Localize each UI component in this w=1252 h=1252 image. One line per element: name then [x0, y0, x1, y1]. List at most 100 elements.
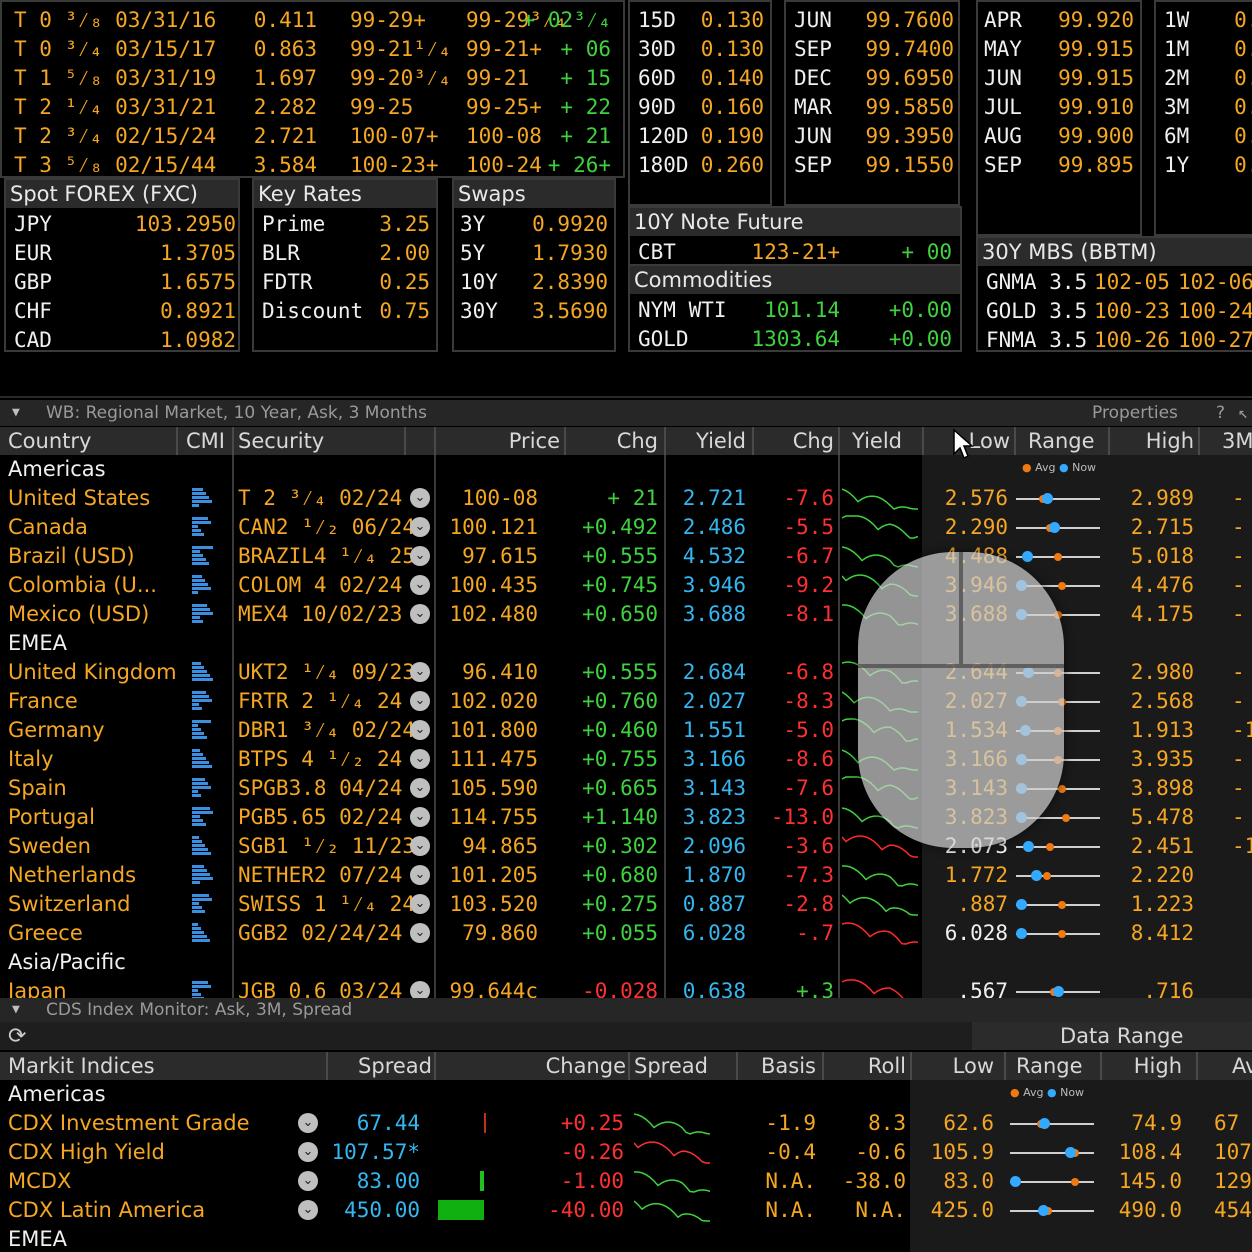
security-dropdown-button[interactable]: ⌄ [410, 749, 430, 769]
security-dropdown-button[interactable]: ⌄ [410, 517, 430, 537]
treasury-row[interactable]: T 1 ⁵⁄₈ 03/31/19 1.697 99-20³⁄₄ 99-21 + 15 [2, 64, 623, 93]
country-row[interactable]: United States T 2 ³⁄₄ 02/24 ⌄ 100-08 + 21 2.7… [0, 484, 1252, 513]
security-dropdown-button[interactable]: ⌄ [410, 836, 430, 856]
cds-col-low[interactable]: Low [953, 1052, 994, 1080]
security-dropdown-button[interactable]: ⌄ [410, 778, 430, 798]
treasury-row[interactable]: T 0 ³⁄₈ 03/31/16 0.411 99-29+ 99-29³⁄₄ + 02³… [2, 6, 623, 35]
country-row[interactable]: Canada CAN2 ¹⁄₂ 06/24 ⌄ 100.121 +0.492 2.486 -… [0, 513, 1252, 542]
security-dropdown-button[interactable]: ⌄ [410, 604, 430, 624]
libor-row[interactable]: 1Y 0.5 [1156, 151, 1252, 180]
treasury-row[interactable]: T 0 ³⁄₄ 03/15/17 0.863 99-21¹⁄₄ 99-21+ + 06 [2, 35, 623, 64]
refresh-icon[interactable]: ⟳ [8, 1024, 26, 1049]
swap-row[interactable]: 30Y 3.5690 [454, 297, 614, 326]
forex-row[interactable]: GBP 1.6575 [6, 268, 238, 297]
country-row[interactable]: United Kingdom UKT2 ¹⁄₄ 09/23 ⌄ 96.410 +0.55… [0, 658, 1252, 687]
eurodollar-row[interactable]: JUN 99.3950 [786, 122, 958, 151]
cds-dropdown-button[interactable]: ⌄ [298, 1142, 318, 1162]
cds-row[interactable]: CDX Latin America ⌄ 450.00 -40.00 N.A. N.A. 42… [0, 1196, 1252, 1225]
country-row[interactable]: Germany DBR1 ³⁄₄ 02/24 ⌄ 101.800 +0.460 1.551… [0, 716, 1252, 745]
forex-row[interactable]: EUR 1.3705 [6, 239, 238, 268]
cds-dropdown-button[interactable]: ⌄ [298, 1200, 318, 1220]
eurodollar-row[interactable]: DEC 99.6950 [786, 64, 958, 93]
help-button[interactable]: ? [1216, 400, 1225, 426]
cds-dropdown-button[interactable]: ⌄ [298, 1171, 318, 1191]
col-low[interactable]: Low [969, 427, 1010, 455]
swap-row[interactable]: 5Y 1.7930 [454, 239, 614, 268]
col-yield-chart[interactable]: Yield [852, 427, 902, 455]
col-country[interactable]: Country [8, 427, 91, 455]
money-rate-row[interactable]: 60D 0.140 [630, 64, 770, 93]
money-rate-row[interactable]: 180D 0.260 [630, 151, 770, 180]
libor-row[interactable]: 1W 0.1 [1156, 6, 1252, 35]
col-security[interactable]: Security [238, 427, 324, 455]
fedfunds-row[interactable]: MAY 99.915 [978, 35, 1140, 64]
country-row[interactable]: Mexico (USD) MEX4 10/02/23 ⌄ 102.480 +0.650 3… [0, 600, 1252, 629]
cds-col-basis[interactable]: Basis [761, 1052, 816, 1080]
eurodollar-row[interactable]: MAR 99.5850 [786, 93, 958, 122]
forex-row[interactable]: CAD 1.0982 [6, 326, 238, 355]
country-row[interactable]: Netherlands NETHER2 07/24 ⌄ 101.205 +0.680 1.… [0, 861, 1252, 890]
treasury-row[interactable]: T 2 ³⁄₄ 02/15/24 2.721 100-07+ 100-08 + 21 [2, 122, 623, 151]
money-rate-row[interactable]: 120D 0.190 [630, 122, 770, 151]
collapse-arrow-icon[interactable]: ▼ [12, 400, 20, 426]
country-row[interactable]: Portugal PGB5.65 02/24 ⌄ 114.755 +1.140 3.823… [0, 803, 1252, 832]
close-icon[interactable]: ↖ [1238, 400, 1248, 426]
libor-row[interactable]: 2M 0.1 [1156, 64, 1252, 93]
fedfunds-row[interactable]: JUN 99.915 [978, 64, 1140, 93]
security-dropdown-button[interactable]: ⌄ [410, 691, 430, 711]
cds-row[interactable]: MCDX ⌄ 83.00 -1.00 N.A. -38.0 83.0 145.0 129 [0, 1167, 1252, 1196]
country-row[interactable]: Sweden SGB1 ¹⁄₂ 11/23 ⌄ 94.865 +0.302 2.096 -3… [0, 832, 1252, 861]
mbs-row[interactable]: GNMA 3.5 102-05 102-06 [978, 268, 1252, 297]
cds-col-name[interactable]: Markit Indices [8, 1052, 155, 1080]
libor-row[interactable]: 6M 0.3 [1156, 122, 1252, 151]
col-high[interactable]: High [1146, 427, 1194, 455]
col-yield[interactable]: Yield [696, 427, 746, 455]
cds-dropdown-button[interactable]: ⌄ [298, 1113, 318, 1133]
country-row[interactable]: Brazil (USD) BRAZIL4 ¹⁄₄ 25 ⌄ 97.615 +0.555 4… [0, 542, 1252, 571]
key-rate-row[interactable]: Prime 3.25 [254, 210, 436, 239]
key-rate-row[interactable]: FDTR 0.25 [254, 268, 436, 297]
country-row[interactable]: Switzerland SWISS 1 ¹⁄₄ 24 ⌄ 103.520 +0.275 0… [0, 890, 1252, 919]
col-chg[interactable]: Chg [617, 427, 658, 455]
security-dropdown-button[interactable]: ⌄ [410, 807, 430, 827]
fedfunds-row[interactable]: AUG 99.900 [978, 122, 1140, 151]
cds-col-range[interactable]: Range [1016, 1052, 1083, 1080]
libor-row[interactable]: 3M 0.2 [1156, 93, 1252, 122]
security-dropdown-button[interactable]: ⌄ [410, 923, 430, 943]
security-dropdown-button[interactable]: ⌄ [410, 981, 430, 998]
country-row[interactable]: Spain SPGB3.8 04/24 ⌄ 105.590 +0.665 3.143 -7.… [0, 774, 1252, 803]
col-cmi[interactable]: CMI [186, 427, 225, 455]
commodity-row[interactable]: GOLD 1303.64 +0.00 [630, 325, 960, 354]
key-rate-row[interactable]: Discount 0.75 [254, 297, 436, 326]
money-rate-row[interactable]: 30D 0.130 [630, 35, 770, 64]
country-row[interactable]: France FRTR 2 ¹⁄₄ 24 ⌄ 102.020 +0.760 2.027 -8… [0, 687, 1252, 716]
col-3m[interactable]: 3M [1222, 427, 1252, 455]
treasury-row[interactable]: T 2 ¹⁄₄ 03/31/21 2.282 99-25 99-25+ + 22 [2, 93, 623, 122]
country-row[interactable]: Japan JGB 0.6 03/24 ⌄ 99.644c -0.028 0.638 +.3… [0, 977, 1252, 998]
commodity-row[interactable]: NYM WTI 101.14 +0.00 [630, 296, 960, 325]
cds-col-high[interactable]: High [1134, 1052, 1182, 1080]
key-rate-row[interactable]: BLR 2.00 [254, 239, 436, 268]
money-rate-row[interactable]: 15D 0.130 [630, 6, 770, 35]
country-row[interactable]: Greece GGB2 02/24/24 ⌄ 79.860 +0.055 6.028 -.7… [0, 919, 1252, 948]
cds-row[interactable]: CDX Investment Grade ⌄ 67.44 +0.25 -1.9 8.3 62… [0, 1109, 1252, 1138]
eurodollar-row[interactable]: SEP 99.7400 [786, 35, 958, 64]
cds-row[interactable]: CDX High Yield ⌄ 107.57* -0.26 -0.4 -0.6 105.9… [0, 1138, 1252, 1167]
mbs-row[interactable]: FNMA 3.5 100-26 100-27 [978, 326, 1252, 355]
security-dropdown-button[interactable]: ⌄ [410, 720, 430, 740]
eurodollar-row[interactable]: SEP 99.1550 [786, 151, 958, 180]
treasury-row[interactable]: T 3 ⁵⁄₈ 02/15/44 3.584 100-23+ 100-24 + 26+ [2, 151, 623, 180]
money-rate-row[interactable]: 90D 0.160 [630, 93, 770, 122]
security-dropdown-button[interactable]: ⌄ [410, 488, 430, 508]
security-dropdown-button[interactable]: ⌄ [410, 865, 430, 885]
fedfunds-row[interactable]: SEP 99.895 [978, 151, 1140, 180]
eurodollar-row[interactable]: JUN 99.7600 [786, 6, 958, 35]
data-range-label[interactable]: Data Range [1060, 1022, 1183, 1050]
libor-row[interactable]: 1M 0.1 [1156, 35, 1252, 64]
fedfunds-row[interactable]: APR 99.920 [978, 6, 1140, 35]
forex-row[interactable]: JPY 103.2950 [6, 210, 238, 239]
cds-col-change[interactable]: Change [546, 1052, 626, 1080]
security-dropdown-button[interactable]: ⌄ [410, 894, 430, 914]
fedfunds-row[interactable]: JUL 99.910 [978, 93, 1140, 122]
cds-col-spread-chart[interactable]: Spread [634, 1052, 708, 1080]
